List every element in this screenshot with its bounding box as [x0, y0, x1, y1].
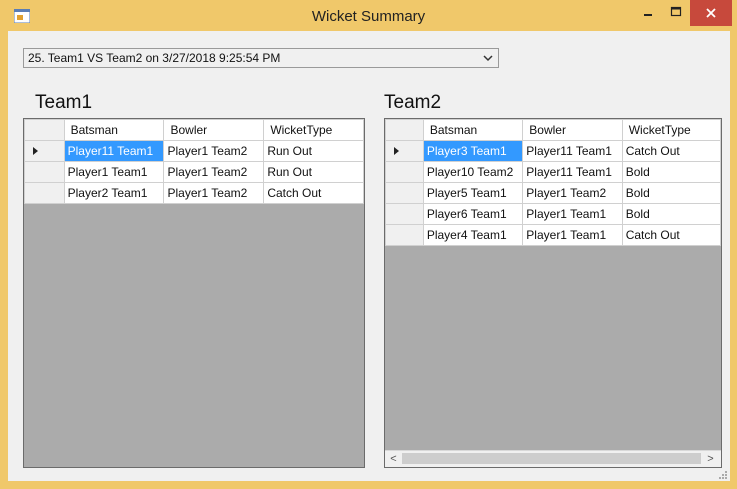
cell-bowler[interactable]: Player1 Team2 — [163, 161, 265, 183]
cell-bowler[interactable]: Player11 Team1 — [522, 140, 623, 162]
column-header-batsman[interactable]: Batsman — [422, 119, 524, 141]
table-row[interactable]: Player3 Team1 Player11 Team1 Catch Out — [385, 140, 721, 162]
cell-batsman[interactable]: Player4 Team1 — [422, 224, 524, 246]
horizontal-scrollbar[interactable]: < > — [385, 450, 721, 467]
match-select-value: 25. Team1 VS Team2 on 3/27/2018 9:25:54 … — [28, 51, 281, 65]
column-header-batsman[interactable]: Batsman — [63, 119, 165, 141]
client-area: 25. Team1 VS Team2 on 3/27/2018 9:25:54 … — [8, 31, 730, 481]
match-select[interactable]: 25. Team1 VS Team2 on 3/27/2018 9:25:54 … — [23, 48, 499, 68]
close-button[interactable] — [690, 0, 732, 26]
table-row[interactable]: Player1 Team1 Player1 Team2 Run Out — [24, 161, 364, 183]
cell-bowler[interactable]: Player1 Team1 — [522, 203, 623, 225]
maximize-button[interactable] — [662, 0, 690, 26]
row-header[interactable] — [24, 140, 65, 162]
column-header-bowler[interactable]: Bowler — [163, 119, 265, 141]
cell-batsman[interactable]: Player2 Team1 — [63, 182, 165, 204]
maximize-icon — [670, 6, 682, 17]
row-header[interactable] — [385, 161, 424, 183]
scroll-left-icon[interactable]: < — [385, 451, 402, 467]
table-row[interactable]: Player5 Team1 Player1 Team2 Bold — [385, 182, 721, 204]
row-header[interactable] — [385, 140, 424, 162]
resize-grip-icon[interactable] — [718, 470, 728, 480]
cell-wickettype[interactable]: Catch Out — [621, 140, 721, 162]
column-header-wickettype[interactable]: WicketType — [621, 119, 721, 141]
cell-wickettype[interactable]: Catch Out — [621, 224, 721, 246]
table-row[interactable]: Player10 Team2 Player11 Team1 Bold — [385, 161, 721, 183]
row-header[interactable] — [385, 203, 424, 225]
scrollbar-thumb[interactable] — [402, 453, 701, 464]
column-header-bowler[interactable]: Bowler — [522, 119, 623, 141]
window-title: Wicket Summary — [311, 8, 426, 25]
row-header-corner[interactable] — [385, 119, 424, 141]
table-row[interactable]: Player6 Team1 Player1 Team1 Bold — [385, 203, 721, 225]
cell-bowler[interactable]: Player1 Team2 — [163, 182, 265, 204]
header-row: Batsman Bowler WicketType — [385, 119, 721, 141]
team2-grid[interactable]: Batsman Bowler WicketType Player3 Team1 … — [384, 118, 722, 468]
team1-label: Team1 — [35, 92, 93, 113]
close-icon — [706, 8, 716, 18]
row-pointer-icon — [33, 147, 38, 155]
chevron-down-icon[interactable] — [482, 50, 494, 66]
row-header[interactable] — [385, 182, 424, 204]
cell-wickettype[interactable]: Run Out — [263, 140, 364, 162]
cell-batsman[interactable]: Player6 Team1 — [422, 203, 524, 225]
row-header-corner[interactable] — [24, 119, 65, 141]
cell-wickettype[interactable]: Catch Out — [263, 182, 364, 204]
cell-wickettype[interactable]: Run Out — [263, 161, 364, 183]
team2-label: Team2 — [384, 92, 442, 113]
row-header[interactable] — [24, 182, 65, 204]
app-window: Wicket Summary 25. Team1 VS Team2 on 3/2… — [0, 0, 737, 489]
minimize-icon — [644, 14, 652, 16]
minimize-button[interactable] — [634, 0, 662, 26]
team1-grid[interactable]: Batsman Bowler WicketType Player11 Team1… — [23, 118, 365, 468]
cell-wickettype[interactable]: Bold — [621, 161, 721, 183]
title-bar[interactable]: Wicket Summary — [0, 0, 737, 30]
table-row[interactable]: Player11 Team1 Player1 Team2 Run Out — [24, 140, 364, 162]
cell-bowler[interactable]: Player1 Team2 — [522, 182, 623, 204]
scroll-right-icon[interactable]: > — [702, 451, 719, 467]
row-header[interactable] — [24, 161, 65, 183]
cell-batsman[interactable]: Player5 Team1 — [422, 182, 524, 204]
cell-wickettype[interactable]: Bold — [621, 182, 721, 204]
team2-table: Batsman Bowler WicketType Player3 Team1 … — [385, 119, 721, 246]
cell-bowler[interactable]: Player1 Team2 — [163, 140, 265, 162]
row-pointer-icon — [394, 147, 399, 155]
cell-batsman[interactable]: Player11 Team1 — [63, 140, 165, 162]
cell-batsman[interactable]: Player3 Team1 — [422, 140, 524, 162]
cell-batsman[interactable]: Player10 Team2 — [422, 161, 524, 183]
row-header[interactable] — [385, 224, 424, 246]
table-row[interactable]: Player4 Team1 Player1 Team1 Catch Out — [385, 224, 721, 246]
header-row: Batsman Bowler WicketType — [24, 119, 364, 141]
cell-batsman[interactable]: Player1 Team1 — [63, 161, 165, 183]
cell-bowler[interactable]: Player11 Team1 — [522, 161, 623, 183]
table-row[interactable]: Player2 Team1 Player1 Team2 Catch Out — [24, 182, 364, 204]
cell-bowler[interactable]: Player1 Team1 — [522, 224, 623, 246]
cell-wickettype[interactable]: Bold — [621, 203, 721, 225]
column-header-wickettype[interactable]: WicketType — [263, 119, 364, 141]
team1-table: Batsman Bowler WicketType Player11 Team1… — [24, 119, 364, 204]
